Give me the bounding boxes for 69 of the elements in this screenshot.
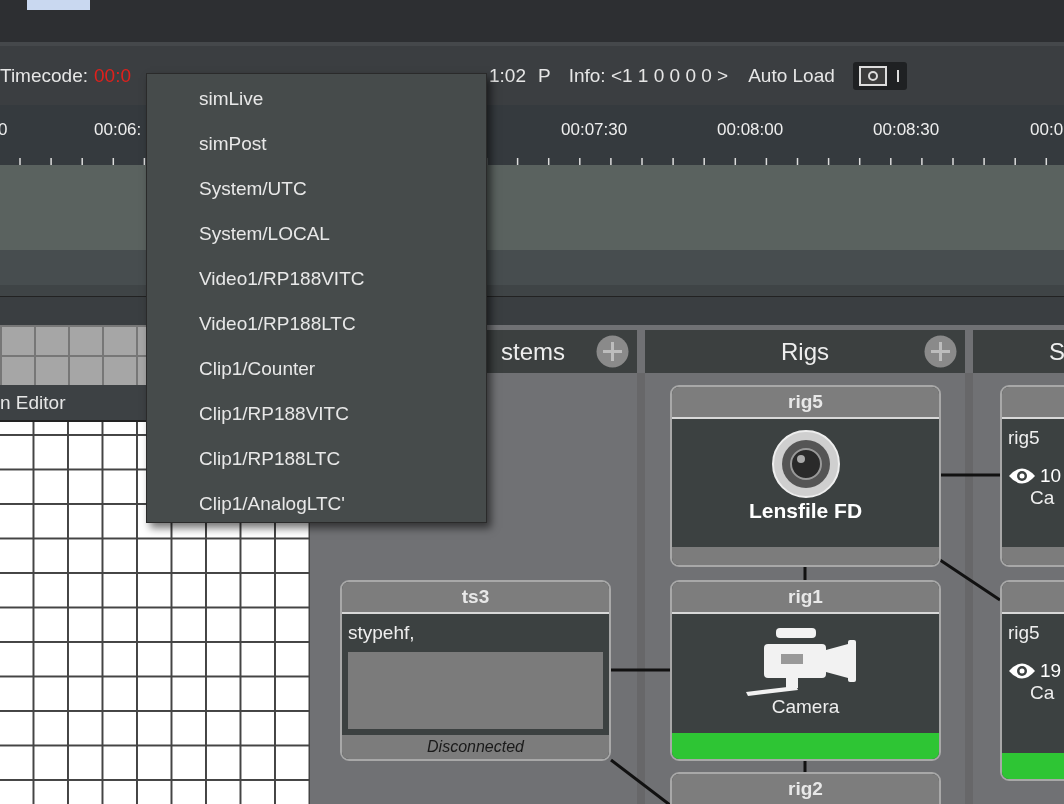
tick-mark xyxy=(703,157,705,165)
add-icon[interactable] xyxy=(924,335,957,368)
node-title: ts3 xyxy=(461,586,490,608)
node-caption: Ca xyxy=(1030,487,1055,509)
menu-item[interactable]: System/LOCAL xyxy=(147,211,486,256)
time-label: 00:08:30 xyxy=(873,120,940,140)
tick-mark xyxy=(610,157,612,165)
menu-item[interactable]: System/UTC xyxy=(147,166,486,211)
node-title: rig2 xyxy=(788,778,823,800)
connection-status: Disconnected xyxy=(427,738,524,756)
connector-line xyxy=(939,558,1001,602)
time-label: 00:08:00 xyxy=(717,120,784,140)
connector-line xyxy=(610,758,671,804)
time-label: 00:07:30 xyxy=(561,120,628,140)
column-title: stems xyxy=(501,337,565,366)
node-card[interactable]: rig5 19 Ca xyxy=(1000,580,1064,781)
node-text: stypehf, xyxy=(348,622,415,644)
tick-mark xyxy=(81,157,83,165)
node-caption: Ca xyxy=(1030,682,1055,704)
tick-mark xyxy=(50,157,52,165)
node-title: rig1 xyxy=(788,586,823,608)
timecode-label: Timecode: xyxy=(0,64,88,87)
tick-mark xyxy=(983,157,985,165)
node-card[interactable]: rig5 10 Ca xyxy=(1000,385,1064,567)
node-card[interactable]: rig5 Lensfile FD xyxy=(670,385,941,567)
tick-mark xyxy=(579,157,581,165)
menu-item[interactable]: Video1/RP188VITC xyxy=(147,256,486,301)
lens-icon xyxy=(770,429,841,499)
menu-item[interactable]: Clip1/AnalogLTC' xyxy=(147,481,486,526)
mode-indicator: P xyxy=(537,64,551,87)
tick-mark xyxy=(952,157,954,165)
menu-item[interactable]: Clip1/RP188LTC xyxy=(147,436,486,481)
add-icon[interactable] xyxy=(596,335,629,368)
editor-title: n Editor xyxy=(0,391,66,414)
auto-load-label: Auto Load xyxy=(748,64,835,87)
node-caption: Lensfile FD xyxy=(748,499,863,523)
menu-item[interactable]: Clip1/Counter xyxy=(147,346,486,391)
timecode-value: 00:0 xyxy=(94,64,131,87)
tick-mark xyxy=(19,157,21,165)
live-timecode-value: 1:02 xyxy=(489,64,526,87)
node-value: 10 xyxy=(1040,465,1062,487)
connector-line xyxy=(803,566,807,580)
eye-icon xyxy=(1008,467,1036,485)
connector-line xyxy=(611,668,670,672)
eye-icon xyxy=(1008,662,1036,680)
time-label: 00:06: xyxy=(94,120,142,140)
tick-mark xyxy=(890,157,892,165)
column-title: S xyxy=(1049,337,1064,366)
menu-item[interactable]: simLive xyxy=(147,76,486,121)
node-title: rig5 xyxy=(788,391,823,413)
tick-mark xyxy=(921,157,923,165)
node-value: 19 xyxy=(1040,660,1062,682)
menu-item[interactable]: simPost xyxy=(147,121,486,166)
column-title: Rigs xyxy=(781,337,829,366)
node-card[interactable]: rig1 Camera xyxy=(670,580,941,761)
connector-line xyxy=(940,473,1000,477)
node-caption: Camera xyxy=(771,696,840,718)
auto-load-toggle[interactable] xyxy=(852,61,907,90)
tick-mark xyxy=(1014,157,1016,165)
time-label: 00:0 xyxy=(1030,120,1064,140)
menu-item[interactable]: Clip1/RP188VITC xyxy=(147,391,486,436)
tick-mark xyxy=(641,157,643,165)
menu-item[interactable]: Video1/RP188LTC xyxy=(147,301,486,346)
node-card[interactable]: ts3 stypehf, Disconnected xyxy=(340,580,611,761)
node-text: rig5 xyxy=(1008,427,1040,449)
node-text: rig5 xyxy=(1008,622,1040,644)
connector-line xyxy=(803,760,807,772)
info-text: Info: <1 1 0 0 0 0 > xyxy=(568,64,729,87)
tick-mark xyxy=(672,157,674,165)
